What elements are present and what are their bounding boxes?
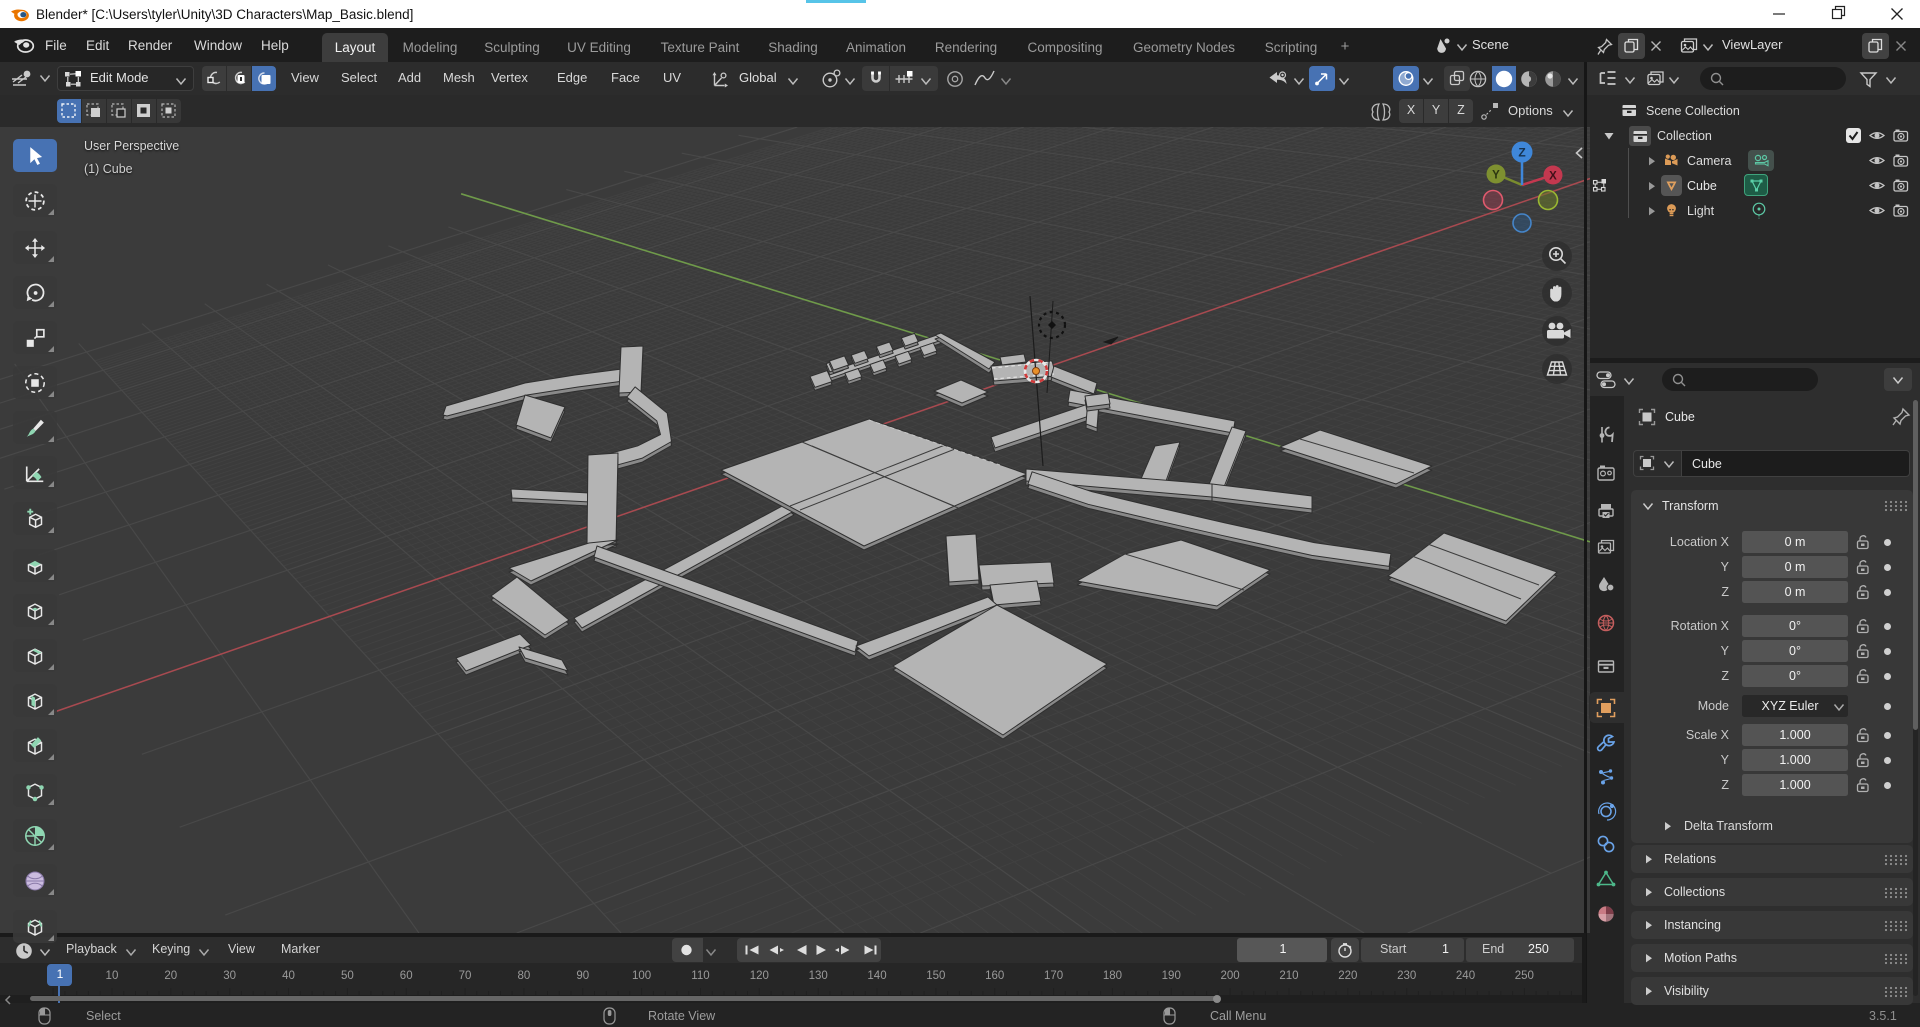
svg-text:Z: Z	[1518, 146, 1525, 160]
svg-text:X: X	[1549, 171, 1557, 183]
svg-text:Y: Y	[1492, 170, 1500, 182]
